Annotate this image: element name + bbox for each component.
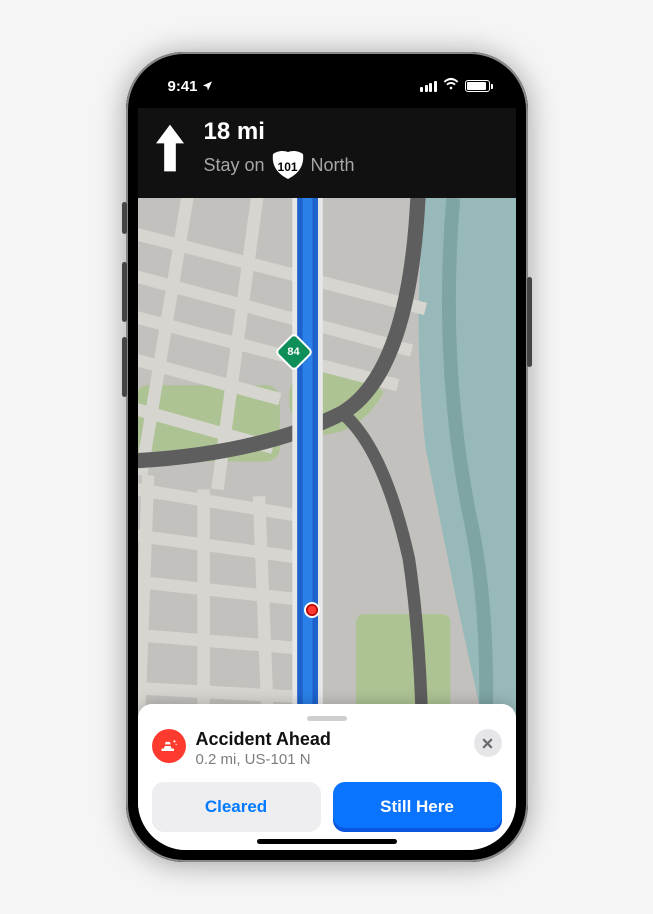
route-shield-number: 101 (271, 154, 305, 180)
instruction-post: North (311, 155, 355, 176)
navigation-banner: 18 mi Stay on 101 North (138, 108, 516, 198)
navigation-text: 18 mi Stay on 101 North (204, 118, 355, 180)
incident-title: Accident Ahead (196, 729, 464, 750)
car-crash-icon (152, 729, 186, 763)
wifi-icon (443, 76, 459, 96)
screen: 9:41 18 mi Stay on (138, 64, 516, 850)
route-shield-icon: 101 (271, 150, 305, 180)
highway-shield-84-label: 84 (280, 338, 308, 366)
volume-down-button (122, 337, 127, 397)
arrow-up-icon (156, 124, 186, 180)
phone-frame: 9:41 18 mi Stay on (126, 52, 528, 862)
status-right (420, 76, 490, 96)
highway-shield-84: 84 (280, 338, 308, 366)
incident-subtitle: 0.2 mi, US-101 N (196, 751, 464, 768)
cellular-signal-icon (420, 81, 437, 92)
instruction-pre: Stay on (204, 155, 265, 176)
location-arrow-icon (202, 78, 213, 95)
card-grabber[interactable] (307, 716, 347, 721)
navigation-distance: 18 mi (204, 118, 355, 146)
map-canvas[interactable]: 84 Accident Ahead 0.2 mi, US-101 N (138, 198, 516, 850)
close-button[interactable] (474, 729, 502, 757)
cleared-button[interactable]: Cleared (152, 782, 321, 832)
mute-switch (122, 202, 127, 234)
status-left: 9:41 (168, 78, 213, 95)
status-time: 9:41 (168, 78, 198, 95)
volume-up-button (122, 262, 127, 322)
still-here-button[interactable]: Still Here (333, 782, 502, 832)
notch (237, 64, 417, 92)
incident-card: Accident Ahead 0.2 mi, US-101 N Cleared … (138, 704, 516, 850)
battery-icon (465, 80, 490, 92)
close-icon (482, 738, 493, 749)
incident-marker-icon[interactable] (304, 602, 320, 618)
home-indicator[interactable] (257, 839, 397, 844)
power-button (527, 277, 532, 367)
navigation-instruction: Stay on 101 North (204, 150, 355, 180)
